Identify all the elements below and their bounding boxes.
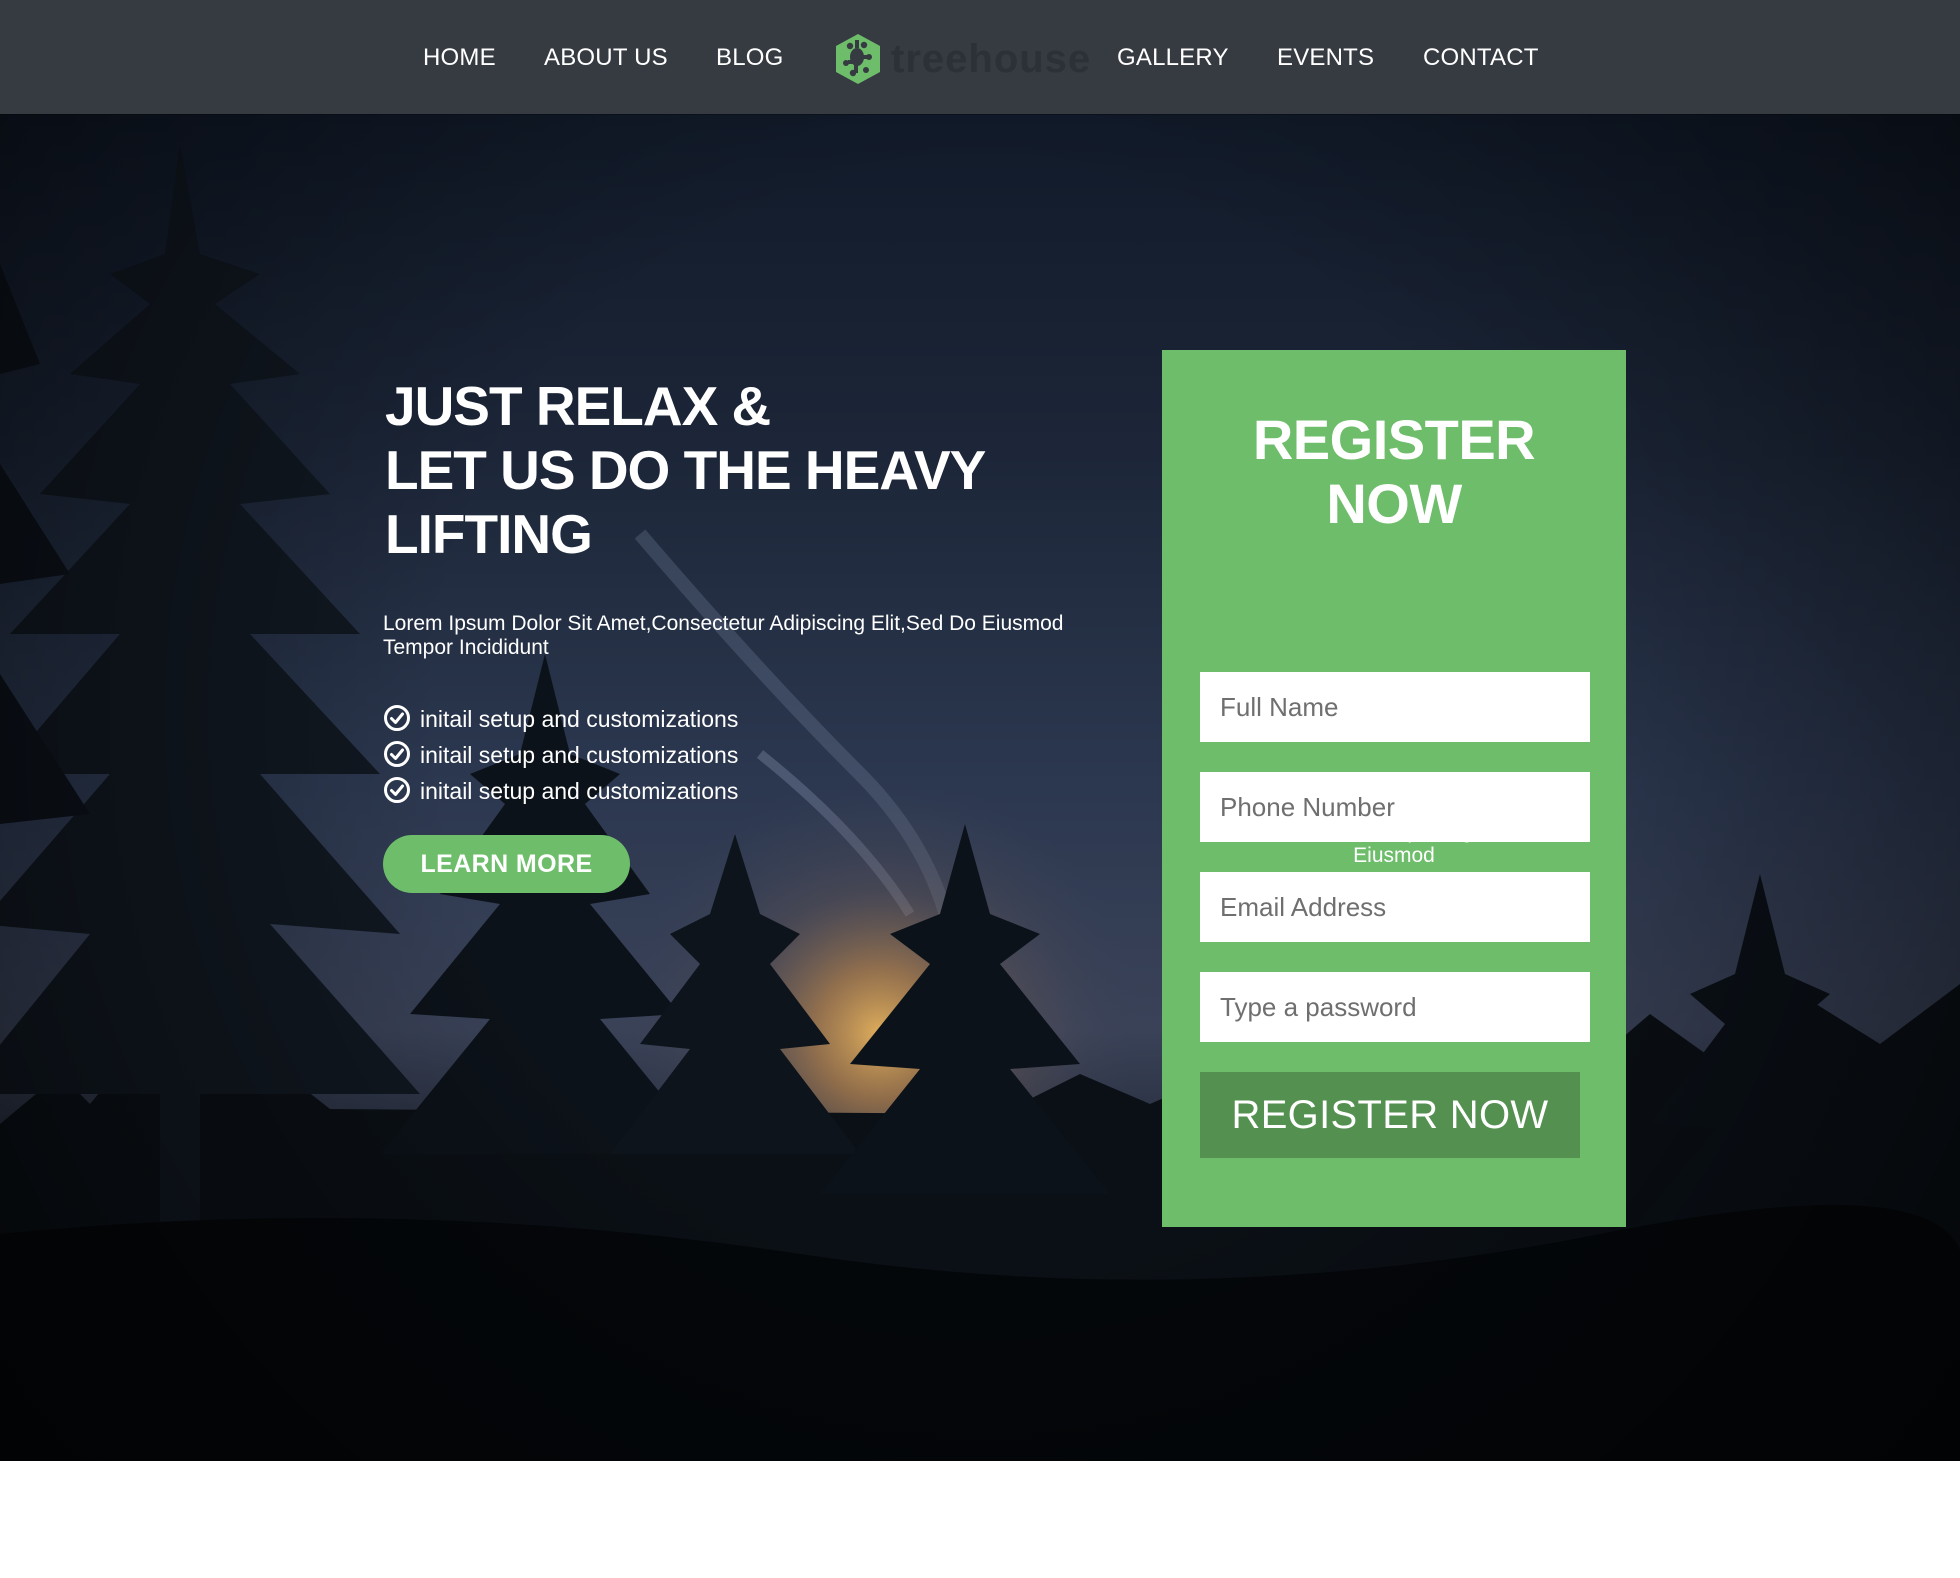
hero-headline-line-1: JUST RELAX & [385,375,771,437]
hero-section: JUST RELAX & LET US DO THE HEAVY LIFTING… [0,114,1960,1461]
feature-item: initail setup and customizations [383,773,738,809]
top-navbar: HOME ABOUT US BLOG treehouse GALLERY EVE… [0,0,1960,114]
nav-gallery-link[interactable]: GALLERY [1117,0,1229,114]
nav-contact-link[interactable]: CONTACT [1423,0,1539,114]
check-circle-icon [384,741,410,767]
hero-headline: JUST RELAX & LET US DO THE HEAVY LIFTING [385,374,1025,566]
feature-list: initail setup and customizations initail… [383,701,738,809]
hero-headline-line-2: LET US DO THE HEAVY [385,439,986,501]
register-title-line-2: NOW [1326,472,1462,535]
check-circle-icon [384,777,410,803]
register-form-card: REGISTER NOW Lorem Lpsum Dolor Sit Amet,… [1162,350,1626,1227]
feature-text: initail setup and customizations [420,742,739,768]
nav-home-link[interactable]: HOME [423,0,496,114]
nav-events-link[interactable]: EVENTS [1277,0,1374,114]
feature-item: initail setup and customizations [383,737,738,773]
hero-description: Lorem Ipsum Dolor Sit Amet,Consectetur A… [383,612,1064,659]
learn-more-button[interactable]: LEARN MORE [383,835,630,893]
phone-number-input[interactable] [1200,772,1590,842]
register-now-button[interactable]: REGISTER NOW [1200,1072,1580,1158]
email-address-input[interactable] [1200,872,1590,942]
logo-wordmark: treehouse [891,37,1092,81]
feature-text: initail setup and customizations [420,778,739,804]
treehouse-frog-hexagon-icon [836,34,880,84]
full-name-input[interactable] [1200,672,1590,742]
password-input[interactable] [1200,972,1590,1042]
feature-item: initail setup and customizations [383,701,738,737]
treehouse-logo[interactable]: treehouse [833,33,1090,85]
check-circle-icon [384,705,410,731]
hero-headline-line-3: LIFTING [385,503,593,565]
register-title: REGISTER NOW [1162,408,1626,536]
night-forest-background-image [0,114,1960,1461]
feature-text: initail setup and customizations [420,706,739,732]
nav-about-us-link[interactable]: ABOUT US [544,0,668,114]
nav-blog-link[interactable]: BLOG [716,0,784,114]
register-title-line-1: REGISTER [1252,408,1536,471]
